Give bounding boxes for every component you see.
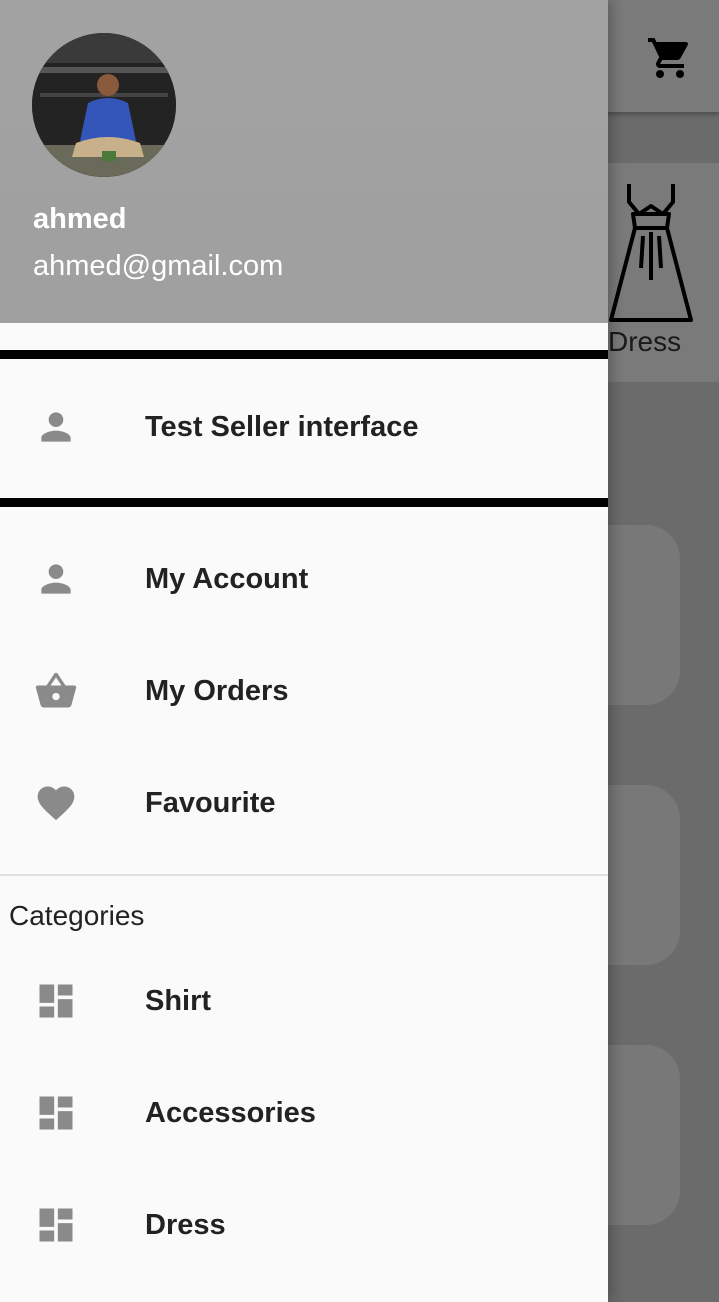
account-name: ahmed	[33, 203, 127, 235]
person-icon	[41, 564, 71, 594]
menu-item-label: Test Seller interface	[145, 411, 419, 443]
divider	[0, 498, 608, 507]
divider	[0, 874, 608, 876]
dress-icon[interactable]	[607, 180, 695, 326]
category-item-label: Dress	[145, 1209, 226, 1241]
account-header: ahmed ahmed@gmail.com	[0, 0, 608, 323]
menu-item-favourite[interactable]: Favourite	[0, 748, 608, 858]
menu-item-label: My Account	[145, 563, 309, 595]
shopping-cart-icon[interactable]	[646, 34, 694, 82]
menu-item-seller-interface[interactable]: Test Seller interface	[0, 372, 608, 482]
category-item-dress[interactable]: Dress	[0, 1170, 608, 1280]
account-email: ahmed@gmail.com	[33, 250, 284, 282]
dashboard-icon	[39, 1208, 73, 1242]
dashboard-icon	[39, 1096, 73, 1130]
category-label[interactable]: Dress	[608, 326, 681, 358]
divider	[0, 350, 608, 359]
menu-item-my-orders[interactable]: My Orders	[0, 636, 608, 746]
navigation-drawer: ahmed ahmed@gmail.com Test Seller interf…	[0, 0, 608, 1302]
avatar[interactable]	[32, 33, 176, 177]
person-icon	[41, 412, 71, 442]
avatar-photo	[32, 33, 176, 177]
menu-item-label: Favourite	[145, 787, 276, 819]
menu-item-my-account[interactable]: My Account	[0, 524, 608, 634]
category-item-label: Shirt	[145, 985, 212, 1017]
category-item-label: Accessories	[145, 1097, 316, 1129]
category-item-shirt[interactable]: Shirt	[0, 946, 608, 1056]
menu-item-label: My Orders	[145, 675, 289, 707]
dashboard-icon	[39, 984, 73, 1018]
categories-heading: Categories	[9, 900, 145, 931]
category-item-accessories[interactable]: Accessories	[0, 1058, 608, 1168]
heart-icon	[37, 786, 75, 821]
basket-icon	[35, 672, 77, 708]
